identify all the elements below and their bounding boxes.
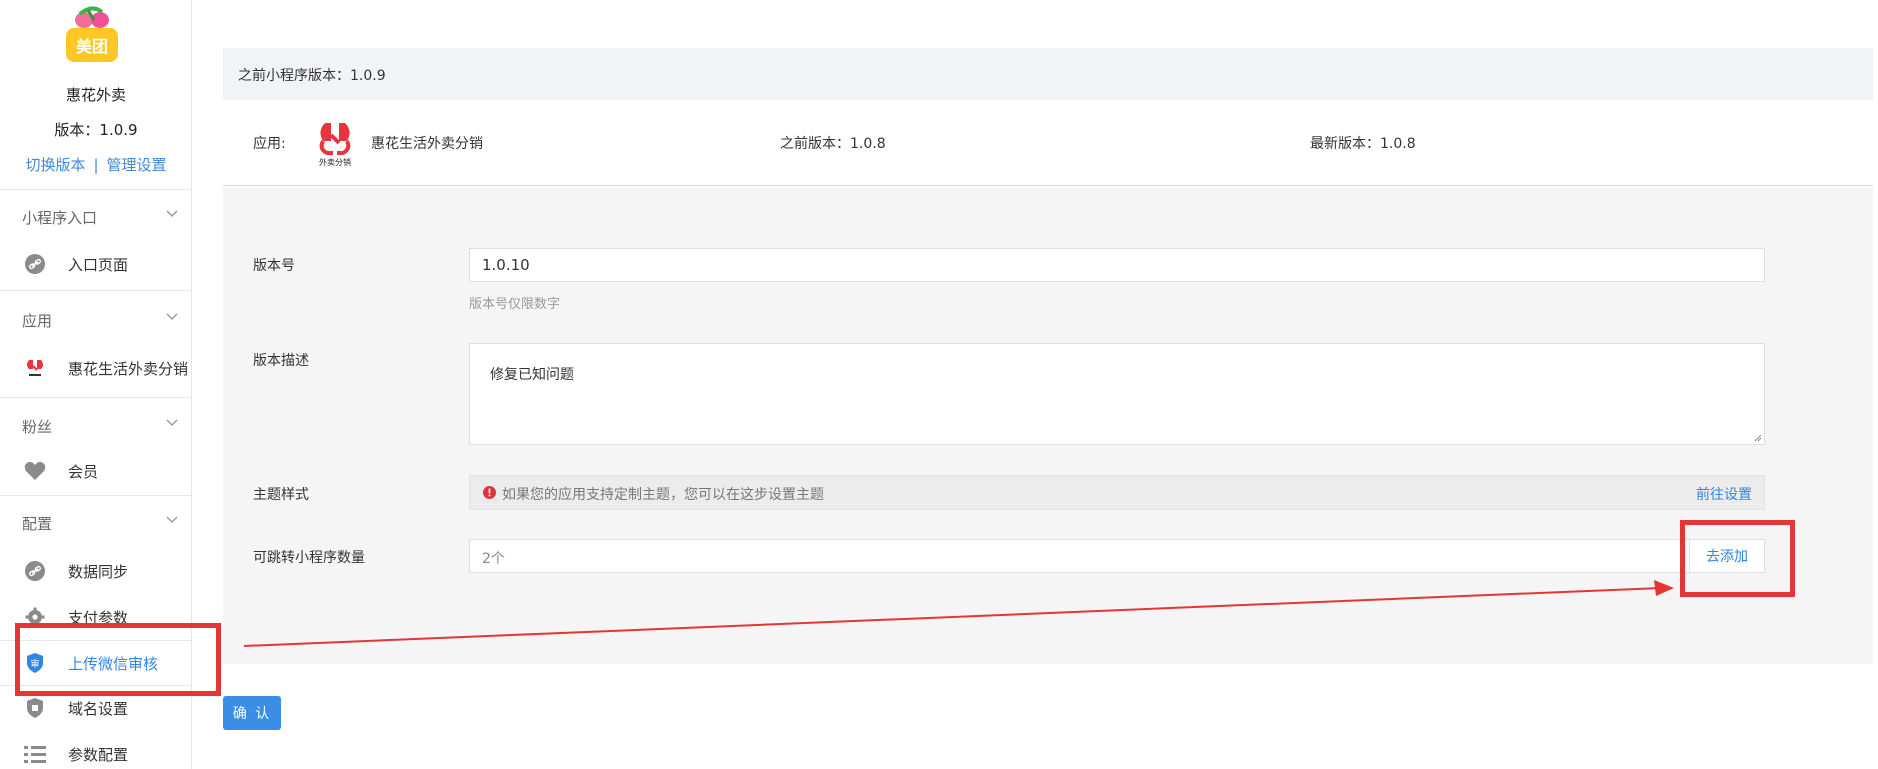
link-icon: [24, 560, 46, 582]
meituan-logo: 美团: [62, 6, 122, 64]
switch-version-link[interactable]: 切换版本: [25, 156, 85, 174]
app-label: 应用:: [253, 136, 286, 152]
version-hint: 版本号仅限数字: [469, 297, 561, 312]
annotation-box-add: [1680, 520, 1795, 597]
app-info-row: 应用: 外卖分销 惠花生活外卖分销 之前版本：1.0.8 最新版本：1.0.8: [223, 100, 1873, 186]
chevron-down-icon[interactable]: [166, 207, 178, 219]
annotation-box-upload: [15, 623, 221, 696]
version-input[interactable]: 1.0.10: [469, 248, 1765, 282]
sidebar-group-fans[interactable]: 粉丝: [22, 416, 52, 437]
description-label: 版本描述: [253, 353, 309, 369]
description-textarea[interactable]: 修复已知问题: [469, 343, 1765, 445]
link-separator: |: [93, 156, 99, 174]
previous-mp-version-text: 之前小程序版本：1.0.9: [238, 68, 386, 84]
sidebar-divider: [0, 397, 192, 398]
link-icon: [24, 253, 46, 275]
sidebar-item-data-sync[interactable]: 数据同步: [0, 551, 192, 591]
chevron-down-icon[interactable]: [166, 416, 178, 428]
shield-icon: [24, 697, 46, 719]
app-logo-icon: [24, 357, 46, 379]
jump-count-value: 2个: [482, 551, 505, 567]
sidebar-app-name: 惠花外卖: [65, 86, 126, 104]
sidebar-item-label: 惠花生活外卖分销: [68, 359, 189, 378]
sidebar-divider: [0, 189, 192, 190]
theme-tip-bar: 如果您的应用支持定制主题，您可以在这步设置主题 前往设置: [469, 475, 1765, 510]
chevron-down-icon[interactable]: [166, 310, 178, 322]
resize-handle-icon[interactable]: [1752, 432, 1762, 442]
sidebar-group-entry[interactable]: 小程序入口: [22, 207, 97, 228]
confirm-button[interactable]: 确 认: [223, 696, 281, 730]
sidebar-divider: [0, 495, 192, 496]
sidebar-item-param-config[interactable]: 参数配置: [0, 734, 192, 769]
sidebar-item-label: 入口页面: [68, 255, 129, 274]
jump-count-input[interactable]: 2个: [469, 539, 1765, 573]
previous-version: 之前版本：1.0.8: [780, 136, 886, 152]
theme-tip-text: 如果您的应用支持定制主题，您可以在这步设置主题: [502, 487, 824, 503]
sidebar-links: 切换版本 | 管理设置: [0, 154, 192, 175]
sidebar-item-label: 域名设置: [68, 699, 129, 718]
sidebar-group-apps[interactable]: 应用: [22, 310, 52, 331]
app-name: 惠花生活外卖分销: [371, 136, 483, 152]
sidebar-item-entry-page[interactable]: 入口页面: [0, 244, 192, 284]
warning-icon: [483, 486, 496, 499]
sidebar-item-app[interactable]: 惠花生活外卖分销: [0, 348, 192, 388]
sidebar-group-config[interactable]: 配置: [22, 513, 52, 534]
sidebar-divider: [0, 290, 192, 291]
theme-label: 主题样式: [253, 487, 309, 503]
list-icon: [24, 743, 46, 765]
upload-form: 版本号 1.0.10 版本号仅限数字 版本描述 修复已知问题 主题样式 如果您的…: [223, 187, 1873, 664]
heart-icon: [24, 460, 46, 482]
sidebar-item-label: 数据同步: [68, 562, 129, 581]
description-text: 修复已知问题: [490, 367, 574, 383]
chevron-down-icon[interactable]: [166, 513, 178, 525]
sidebar-item-members[interactable]: 会员: [0, 451, 192, 491]
go-settings-link[interactable]: 前往设置: [1696, 484, 1752, 504]
version-label: 版本号: [253, 258, 295, 274]
manage-settings-link[interactable]: 管理设置: [107, 156, 167, 174]
logo-text: 美团: [76, 37, 108, 56]
app-logo: 外卖分销: [315, 119, 355, 167]
latest-version: 最新版本：1.0.8: [1310, 136, 1416, 152]
jump-count-label: 可跳转小程序数量: [253, 550, 365, 566]
app-logo-text: 外卖分销: [319, 157, 351, 167]
sidebar-item-label: 会员: [68, 462, 99, 481]
sidebar-app-version: 版本：1.0.9: [54, 121, 138, 139]
previous-version-banner: 之前小程序版本：1.0.9: [223, 48, 1873, 100]
sidebar-item-label: 参数配置: [68, 745, 129, 764]
